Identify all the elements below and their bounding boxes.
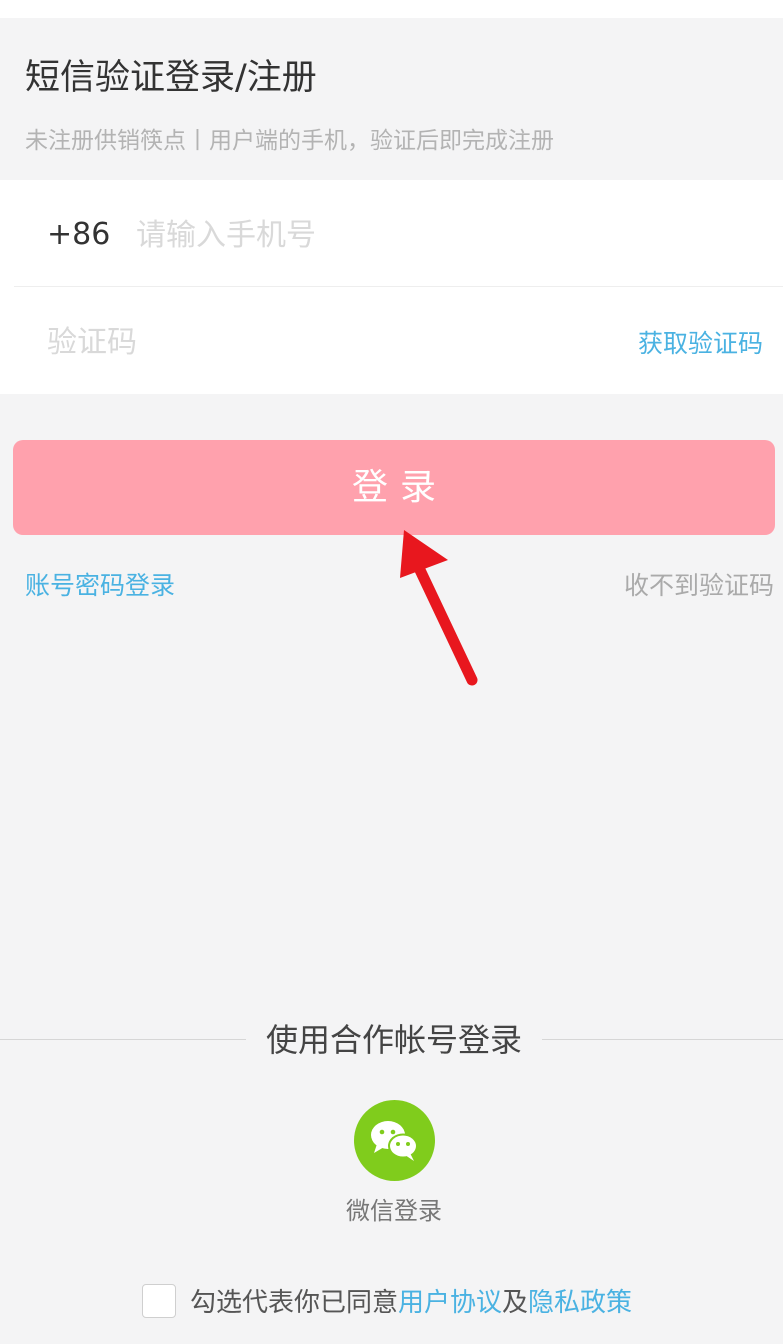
agreement-checkbox[interactable] (142, 1284, 176, 1318)
red-arrow-icon (400, 530, 478, 686)
top-strip (0, 0, 783, 18)
phone-input[interactable] (136, 213, 736, 257)
wechat-login-button[interactable] (354, 1100, 435, 1181)
agreement-text: 勾选代表你已同意用户协议及隐私政策 (190, 1284, 632, 1322)
country-code[interactable]: +86 (47, 213, 110, 257)
wechat-login-label: 微信登录 (346, 1197, 442, 1225)
get-code-button[interactable]: 获取验证码 (638, 326, 763, 362)
partner-login-title: 使用合作帐号登录 (265, 1021, 522, 1059)
user-agreement-link[interactable]: 用户协议 (398, 1288, 502, 1318)
agreement-conjunction: 及 (502, 1288, 529, 1318)
partner-divider-right (542, 1039, 783, 1040)
partner-divider-left (0, 1039, 246, 1040)
wechat-icon (371, 1121, 418, 1161)
agreement-prefix: 勾选代表你已同意 (190, 1288, 399, 1318)
login-form: +86 获取验证码 (0, 180, 783, 394)
privacy-policy-link[interactable]: 隐私政策 (528, 1288, 632, 1318)
page-title: 短信验证登录/注册 (25, 58, 317, 98)
account-password-login-link[interactable]: 账号密码登录 (25, 568, 175, 604)
page-subtitle: 未注册供销筷点丨用户端的手机，验证后即完成注册 (25, 128, 554, 154)
verification-code-input[interactable] (47, 320, 607, 364)
no-code-received-link[interactable]: 收不到验证码 (624, 568, 774, 604)
form-divider (14, 286, 783, 287)
